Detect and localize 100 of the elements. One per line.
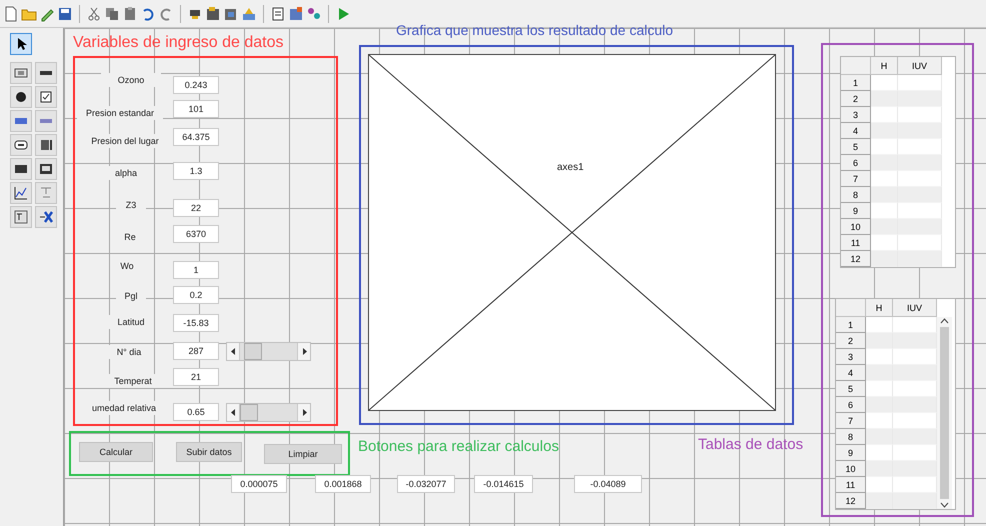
table-cell[interactable] <box>871 203 898 219</box>
checkbox-icon <box>38 89 54 105</box>
result-field[interactable]: 0.001868 <box>315 475 371 493</box>
table-cell[interactable] <box>866 493 893 509</box>
scroll-up-icon[interactable] <box>940 317 949 325</box>
input-field[interactable]: 1 <box>173 261 219 279</box>
new-file-icon[interactable] <box>3 6 19 22</box>
slider[interactable] <box>226 342 311 361</box>
axes-label: axes1 <box>557 162 584 173</box>
input-field[interactable]: 64.375 <box>173 128 219 146</box>
table-cell[interactable] <box>866 349 893 365</box>
table-cell[interactable] <box>871 139 898 155</box>
result-field[interactable]: 0.000075 <box>231 475 287 493</box>
left-arrow-icon[interactable] <box>230 409 236 416</box>
input-field[interactable]: -15.83 <box>173 314 219 332</box>
panel-title: Grafica que muestra los resultado de calculo <box>396 22 674 38</box>
result-field[interactable]: -0.032077 <box>397 475 455 493</box>
table-cell[interactable] <box>871 123 898 139</box>
row-header: 5 <box>836 381 866 397</box>
table-cell[interactable] <box>866 333 893 349</box>
input-field[interactable]: 287 <box>173 342 219 360</box>
left-arrow-icon[interactable] <box>230 348 236 355</box>
row-header: 2 <box>841 91 871 107</box>
input-field[interactable]: 0.65 <box>173 403 219 421</box>
right-arrow-icon[interactable] <box>302 409 306 416</box>
save-icon[interactable] <box>57 6 73 22</box>
field-label: Presion estandar <box>77 106 163 120</box>
slider[interactable] <box>226 403 311 422</box>
copy-icon[interactable] <box>104 6 120 22</box>
palette-tool[interactable] <box>10 158 32 180</box>
row-header: 7 <box>841 171 871 187</box>
panel-title: Tablas de datos <box>698 436 804 453</box>
push-button[interactable]: Subir datos <box>176 442 242 462</box>
table-cell[interactable] <box>866 477 893 493</box>
input-field[interactable]: 101 <box>173 100 219 118</box>
panel-title: Botones para realizar calculos <box>358 438 559 455</box>
column-header: H <box>871 57 898 75</box>
data-table[interactable]: 1 2 3 4 5 6 7 8 9 10 11 12 H IUV <box>840 56 956 268</box>
table-cell[interactable] <box>866 445 893 461</box>
palette-tool[interactable] <box>35 62 57 84</box>
row-header: 7 <box>836 413 866 429</box>
table-cell[interactable] <box>871 155 898 171</box>
table-cell[interactable] <box>866 461 893 477</box>
table-cell[interactable] <box>871 107 898 123</box>
table-cell[interactable] <box>898 75 942 91</box>
palette-tool[interactable] <box>35 158 57 180</box>
row-header: 1 <box>841 75 871 91</box>
table-cell[interactable] <box>866 317 893 333</box>
table-cell[interactable] <box>866 381 893 397</box>
palette-tool[interactable] <box>35 86 57 108</box>
editor-icon[interactable] <box>270 6 286 22</box>
cut-icon[interactable] <box>86 6 102 22</box>
table-cell[interactable] <box>866 413 893 429</box>
palette-tool[interactable] <box>35 134 57 156</box>
data-table[interactable]: 1 2 3 4 5 6 7 8 9 10 11 12 H IUV <box>835 298 956 510</box>
table-cell[interactable] <box>866 365 893 381</box>
row-header: 3 <box>841 107 871 123</box>
row-header: 2 <box>836 333 866 349</box>
radio-button-icon <box>13 89 29 105</box>
scroll-down-icon[interactable] <box>940 501 949 509</box>
row-header: 1 <box>836 317 866 333</box>
palette-tool[interactable] <box>10 62 32 84</box>
table-cell[interactable] <box>871 91 898 107</box>
table-cell[interactable] <box>871 219 898 235</box>
push-button[interactable]: Calcular <box>79 442 153 462</box>
row-header: 6 <box>836 397 866 413</box>
palette-tool[interactable] <box>35 206 57 228</box>
paste-icon[interactable] <box>122 6 138 22</box>
scrollbar[interactable] <box>937 317 952 509</box>
input-field[interactable]: 0.2 <box>173 286 219 304</box>
table-cell[interactable] <box>871 75 898 91</box>
table-cell[interactable] <box>898 251 942 267</box>
table-cell[interactable] <box>866 429 893 445</box>
table-cell[interactable] <box>871 235 898 251</box>
panel-title: Variables de ingreso de datos <box>73 34 284 52</box>
table-cell[interactable] <box>871 251 898 267</box>
result-field[interactable]: -0.04089 <box>574 475 642 493</box>
right-arrow-icon[interactable] <box>302 348 306 355</box>
table-cell[interactable] <box>871 171 898 187</box>
table-cell[interactable] <box>893 493 937 509</box>
table-cell[interactable] <box>866 397 893 413</box>
palette-tool[interactable] <box>10 182 32 204</box>
input-field[interactable]: 22 <box>173 199 219 217</box>
input-field[interactable]: 0.243 <box>173 76 219 94</box>
push-button[interactable]: Limpiar <box>264 444 342 464</box>
column-header: H <box>866 299 893 317</box>
row-header: 8 <box>836 429 866 445</box>
input-field[interactable]: 21 <box>173 368 219 386</box>
table-cell[interactable] <box>871 187 898 203</box>
slider-thumb[interactable] <box>240 404 258 421</box>
slider-thumb[interactable] <box>244 343 262 360</box>
result-field[interactable]: -0.014615 <box>474 475 533 493</box>
palette-tool[interactable] <box>10 86 32 108</box>
palette-tool[interactable] <box>10 134 32 156</box>
input-field[interactable]: 1.3 <box>173 162 219 180</box>
palette-tool[interactable] <box>10 206 32 228</box>
table-cell[interactable] <box>893 317 937 333</box>
input-field[interactable]: 6370 <box>173 225 219 243</box>
pointer-tool[interactable] <box>10 33 32 55</box>
row-header: 3 <box>836 349 866 365</box>
